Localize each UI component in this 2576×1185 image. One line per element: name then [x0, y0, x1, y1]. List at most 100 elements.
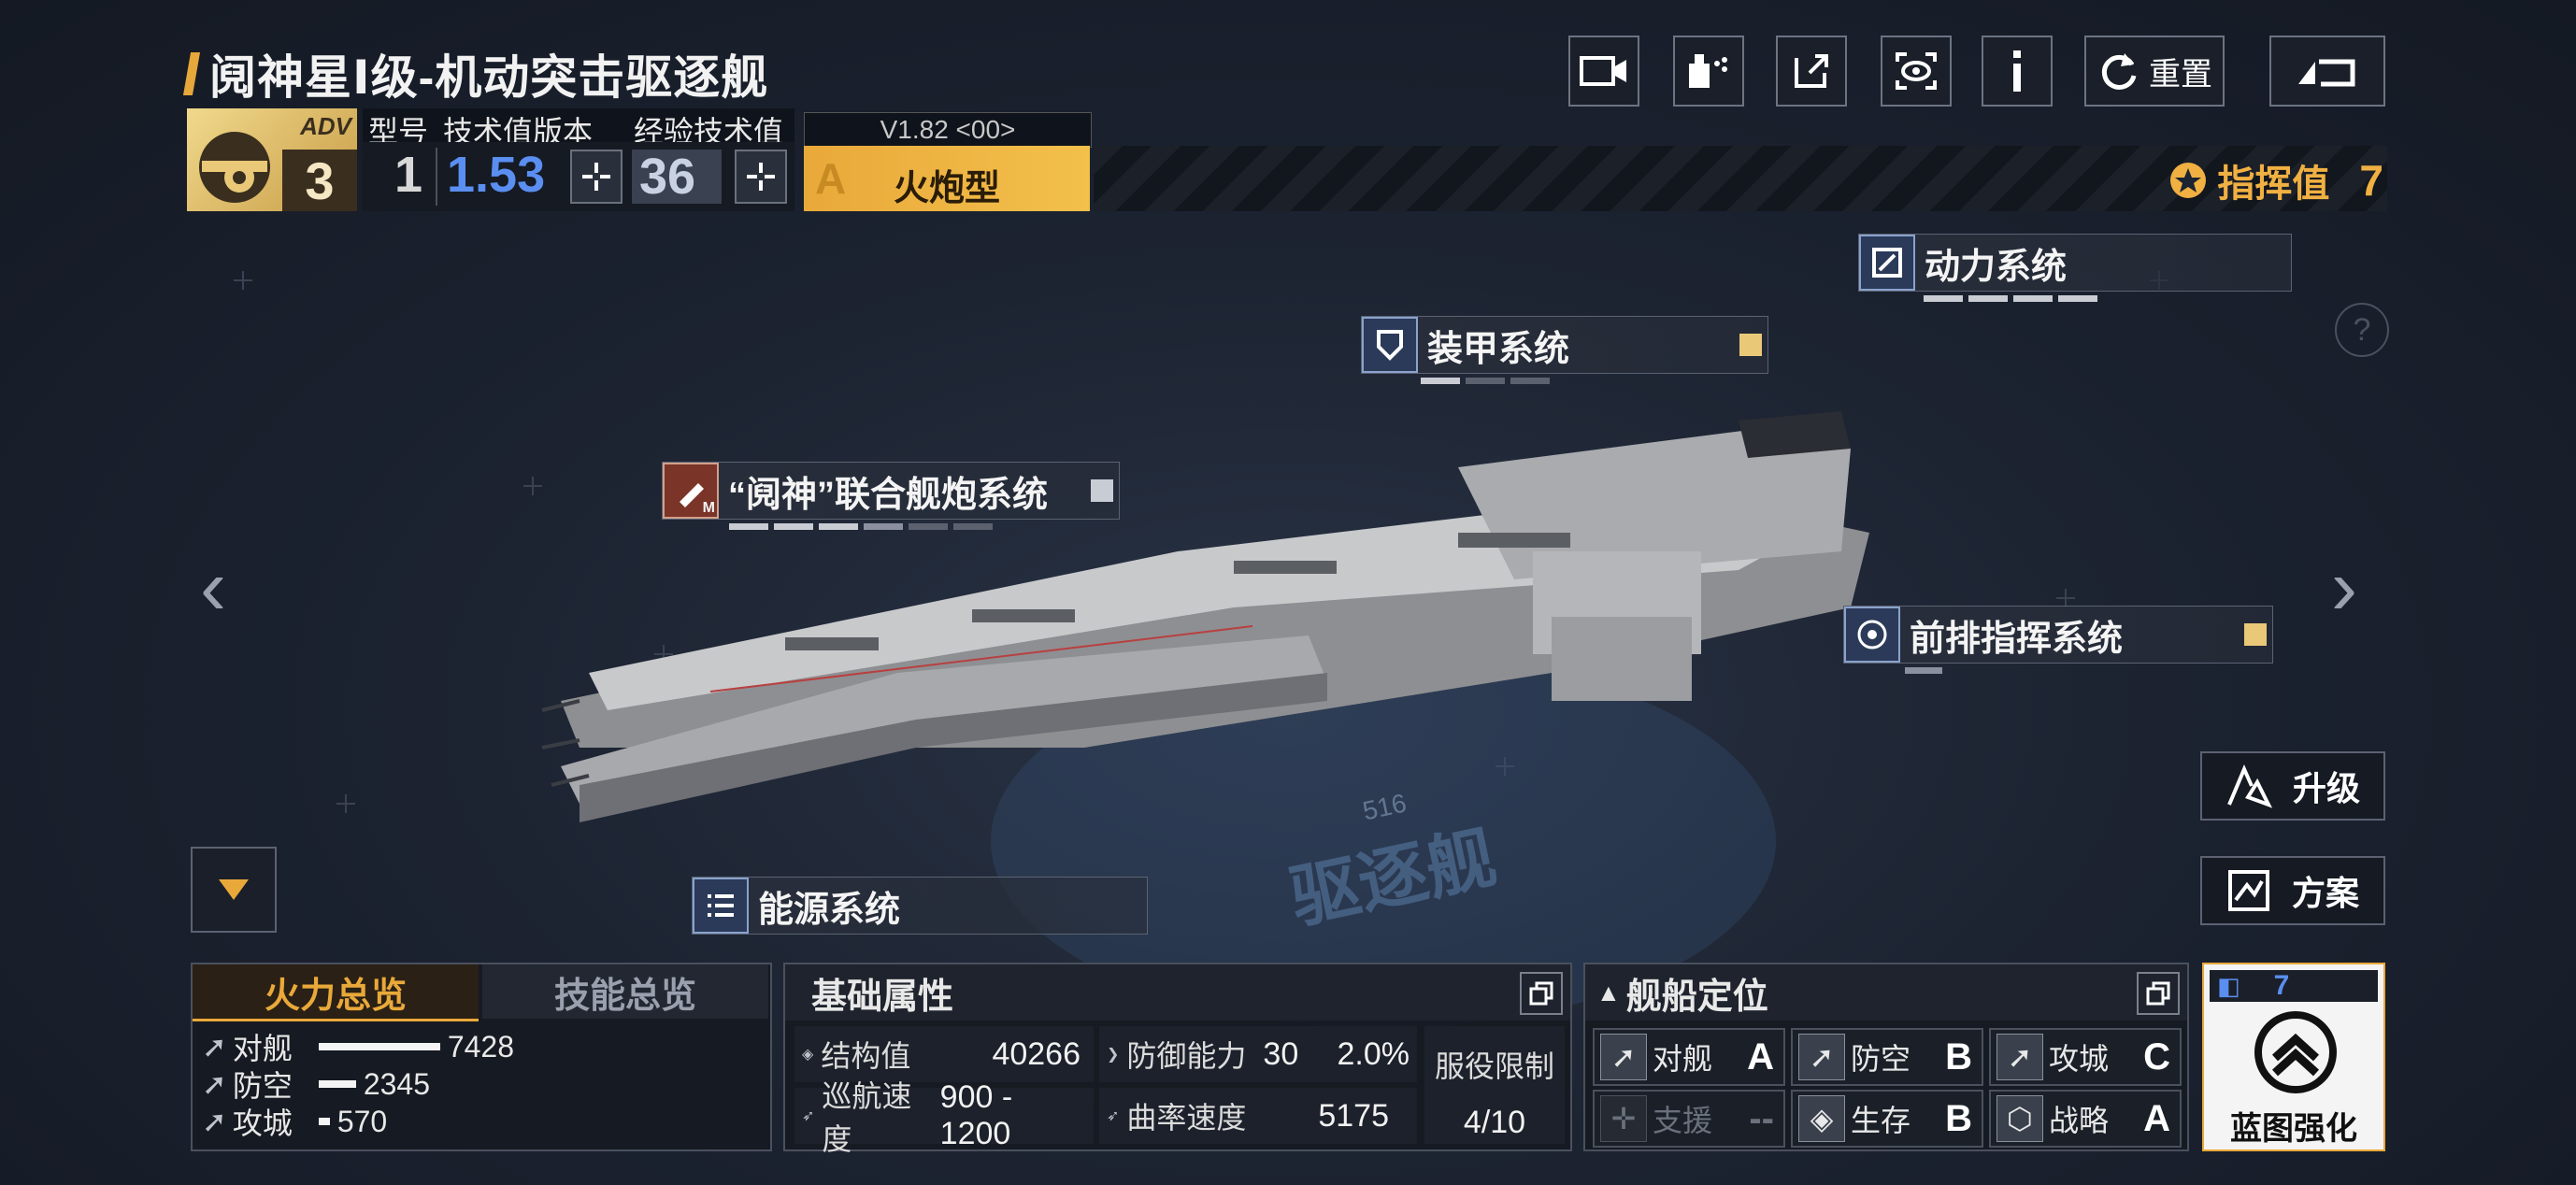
exp-tech-adjust-button[interactable]: [735, 150, 787, 204]
basic-attributes-header: 基础属性: [785, 964, 1570, 1021]
blueprint-enhance-button[interactable]: ◧ 7 蓝图强化: [2202, 963, 2385, 1151]
role-label: 对舰: [1653, 1042, 1713, 1076]
expand-toggle[interactable]: [191, 847, 277, 933]
positioning-header: ▲ 舰船定位: [1585, 964, 2187, 1021]
variant-type-box[interactable]: A 火炮型: [804, 146, 1090, 211]
tab-skills[interactable]: 技能总览: [482, 964, 768, 1019]
variant-type: 火炮型: [893, 169, 1000, 208]
anti-ship-icon: ➚: [1600, 1034, 1647, 1080]
role-grade: A: [1747, 1035, 1774, 1078]
structure-label: 结构值: [821, 1039, 911, 1073]
expand-positioning-button[interactable]: [2137, 972, 2180, 1015]
adv-level-badge[interactable]: ADV 3: [187, 108, 357, 211]
command-label: 指挥值: [2217, 164, 2330, 205]
share-icon: [1795, 54, 1828, 88]
curve-label: 曲率速度: [1126, 1101, 1247, 1135]
upgrade-label: 升级: [2292, 769, 2360, 807]
tab-firepower[interactable]: 火力总览: [193, 964, 479, 1021]
siege-icon: ➚: [202, 1105, 227, 1138]
reset-button[interactable]: 重置: [2084, 36, 2225, 107]
version-label: V1.82 <00>: [804, 112, 1092, 148]
role-antiair: ➚ 防空 B: [1791, 1028, 1983, 1086]
info-button[interactable]: [1982, 36, 2053, 107]
eye-scan-icon: [1896, 52, 1937, 90]
basic-attributes-title: 基础属性: [811, 977, 954, 1017]
stats-values: 1 1.53 36: [363, 142, 794, 211]
command-icon: [2170, 163, 2207, 198]
window-icon: [1529, 981, 1553, 1006]
view-button[interactable]: [1881, 36, 1952, 107]
role-label: 生存: [1851, 1104, 1911, 1137]
crosshair-plus-icon: [582, 163, 610, 191]
firepower-bar: [318, 1080, 356, 1088]
power-system-label: 动力系统: [1925, 247, 2068, 287]
radar-icon: [1844, 607, 1900, 663]
crosshair-plus-icon: [747, 163, 775, 191]
role-survival: ◈ 生存 B: [1791, 1090, 1983, 1148]
forward-pips: [1905, 667, 2273, 674]
role-support: ✛ 支援 --: [1593, 1090, 1785, 1148]
command-value: 指挥值 7: [2168, 153, 2383, 207]
title-bar: 阋神星Ⅰ级-机动突击驱逐舰: [182, 45, 768, 104]
role-antiship: ➚ 对舰 A: [1593, 1028, 1785, 1086]
defense-percent: 2.0%: [1337, 1035, 1410, 1072]
blueprint-label: 蓝图强化: [2230, 1111, 2357, 1147]
exp-tech-value: 36: [639, 149, 696, 205]
defense-icon: ❯: [1107, 1047, 1120, 1063]
warp-icon: ➶: [1107, 1108, 1120, 1124]
plan-button[interactable]: 方案: [2200, 856, 2385, 925]
firepower-value: 2345: [363, 1066, 430, 1101]
stats-header: 型号 技术值版本 经验技术值: [363, 108, 794, 149]
cannon-pips: [729, 523, 1120, 530]
power-system[interactable]: 动力系统: [1858, 234, 2292, 302]
energy-system[interactable]: 能源系统: [692, 877, 1148, 935]
refresh-icon: [2101, 53, 2137, 90]
firepower-row-antiair: ➚ 防空 2345: [202, 1065, 763, 1104]
share-button[interactable]: [1776, 36, 1847, 107]
ship-model[interactable]: [523, 393, 1888, 832]
blueprint-icon: ◧: [2217, 971, 2240, 1000]
positioning-panel: ▲ 舰船定位 ➚ 对舰 A ➚ 防空 B ➚ 攻城 C ✛ 支援 -- ◈ 生存…: [1583, 963, 2189, 1151]
power-pips: [1924, 295, 2292, 302]
spray-paint-icon: [1689, 54, 1727, 88]
next-ship-arrow[interactable]: ›: [2331, 542, 2357, 633]
firepower-label: 攻城: [232, 1106, 293, 1140]
expand-basic-button[interactable]: [1520, 972, 1563, 1015]
role-grade: C: [2143, 1035, 2170, 1078]
curve-cell: ➶ 曲率速度 5175: [1099, 1088, 1417, 1144]
survival-icon: ◈: [1798, 1095, 1845, 1142]
plan-label: 方案: [2291, 874, 2359, 912]
firepower-value: 7428: [447, 1029, 514, 1064]
question-icon: ?: [2353, 311, 2371, 348]
tech-version-adjust-button[interactable]: [570, 150, 623, 204]
role-label: 攻城: [2049, 1042, 2110, 1076]
energy-system-label: 能源系统: [758, 890, 901, 930]
firepower-value: 570: [336, 1104, 388, 1138]
prev-ship-arrow[interactable]: ‹: [200, 542, 226, 633]
defense-value: 30: [1263, 1035, 1299, 1072]
basic-attributes-panel: 基础属性 ◈ 结构值 40266 ❯ 防御能力 30 2.0% ➶ 巡航速度 9…: [783, 963, 1572, 1156]
upgrade-button[interactable]: 升级: [2200, 751, 2385, 821]
paint-button[interactable]: [1673, 36, 1744, 107]
cruise-value: 900 - 1200: [939, 1079, 1013, 1151]
defense-cell: ❯ 防御能力 30 2.0%: [1099, 1026, 1417, 1082]
help-button[interactable]: ?: [2335, 303, 2389, 357]
record-button[interactable]: [1568, 36, 1639, 107]
cannon-system[interactable]: M “阋神”联合舰炮系统: [662, 462, 1120, 530]
upgrade-icon: [2227, 764, 2272, 808]
divider: [436, 148, 437, 206]
shield-small-icon: ◈: [802, 1047, 814, 1063]
gear-badge-icon: [199, 132, 270, 203]
exp-value-box: 36: [632, 149, 722, 205]
back-button[interactable]: [2269, 36, 2385, 107]
reset-label: 重置: [2149, 56, 2212, 93]
forward-command-system[interactable]: 前排指挥系统: [1843, 606, 2273, 674]
armor-system[interactable]: 装甲系统: [1361, 316, 1768, 384]
model-value: 1: [394, 147, 423, 203]
upgrade-chevron-icon: [2244, 623, 2267, 646]
role-strategy: ⬡ 战略 A: [1989, 1090, 2182, 1148]
support-icon: ✛: [1600, 1095, 1647, 1142]
service-label: 服役限制: [1434, 1049, 1554, 1083]
tech-version-value: 1.53: [447, 147, 546, 203]
role-siege: ➚ 攻城 C: [1989, 1028, 2182, 1086]
